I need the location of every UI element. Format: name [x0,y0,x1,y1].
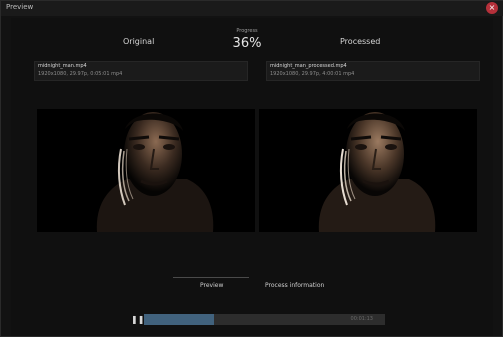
original-file-name: midnight_man.mp4 [38,63,87,69]
processed-label: Processed [340,37,381,46]
pause-button[interactable]: ❚❚ [131,314,144,325]
close-icon: × [488,3,496,12]
processed-file-box: midnight_man_processed.mp4 1920x1080, 29… [266,61,480,81]
original-file-box: midnight_man.mp4 1920x1080, 29.97p, 0:05… [34,61,248,81]
processed-file-info: 1920x1080, 29.97p, 4:00:01 mp4 [270,71,355,77]
original-file-info: 1920x1080, 29.97p, 0:05:01 mp4 [38,71,123,77]
title-bar: Preview × [1,1,503,16]
preview-window: Preview × Original Progress 36% Processe… [0,0,503,337]
original-video-frame [37,109,255,232]
playback-timeline[interactable]: 00:01:13 [144,314,385,325]
tab-process-information[interactable]: Process information [265,282,324,289]
window-title: Preview [6,3,34,11]
pause-icon: ❚❚ [131,315,145,324]
processed-file-name: midnight_man_processed.mp4 [270,63,347,69]
timeline-time: 00:01:13 [350,316,373,322]
close-button[interactable]: × [486,2,498,14]
timeline-progress [144,314,214,325]
portrait-image [37,109,255,232]
progress-value: 36% [232,36,262,51]
processed-video-frame [259,109,477,232]
active-tab-indicator [173,277,249,278]
original-label: Original [123,37,155,46]
tab-preview[interactable]: Preview [200,282,223,289]
portrait-image [259,109,477,232]
progress-caption: Progress [236,28,258,34]
